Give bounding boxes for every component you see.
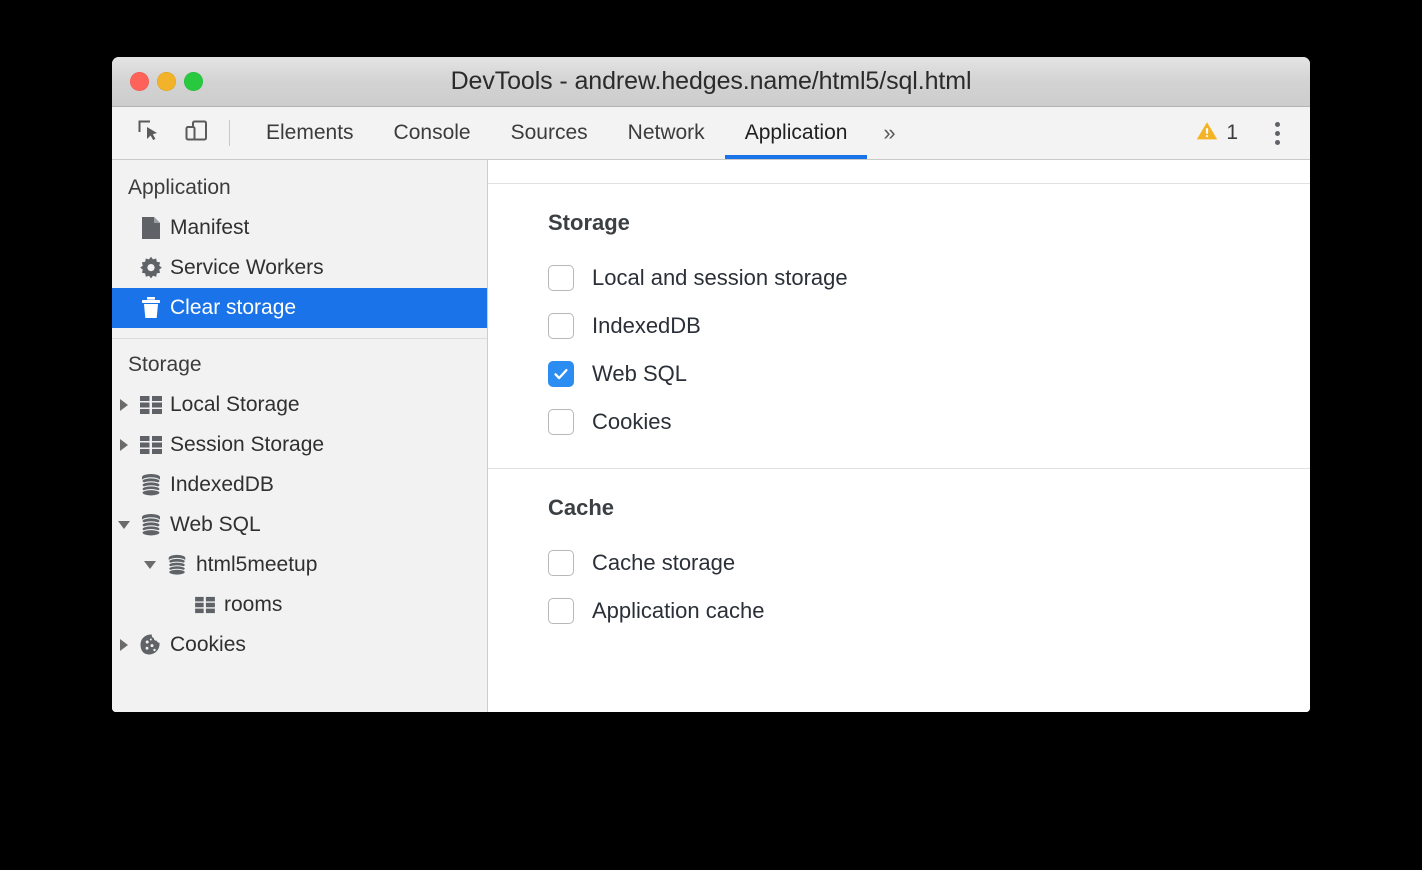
toolbar-right-group: 1 — [1195, 107, 1310, 159]
sidebar-item-label: rooms — [220, 593, 282, 617]
sidebar-item-label: Session Storage — [166, 433, 324, 457]
sidebar-item-label: html5meetup — [192, 553, 317, 577]
minimize-window-button[interactable] — [157, 72, 176, 91]
checkbox-label: Local and session storage — [574, 265, 848, 291]
title-bar: DevTools - andrew.hedges.name/html5/sql.… — [112, 57, 1310, 107]
devtools-window: DevTools - andrew.hedges.name/html5/sql.… — [112, 57, 1310, 712]
checkbox-unchecked-icon[interactable] — [548, 265, 574, 291]
tab-network[interactable]: Network — [608, 107, 725, 159]
sidebar-item-label: Web SQL — [166, 513, 261, 537]
sidebar-item-label: Local Storage — [166, 393, 300, 417]
inspect-element-icon — [137, 118, 163, 149]
checkbox-row-web-sql[interactable]: Web SQL — [548, 350, 1310, 398]
sidebar-section-title-application: Application — [112, 170, 487, 208]
document-icon — [136, 216, 166, 240]
clear-storage-panel: Storage Local and session storage Indexe… — [488, 160, 1310, 712]
section-title: Cache — [548, 495, 1310, 521]
checkbox-label: Web SQL — [574, 361, 687, 387]
warning-triangle-icon — [1195, 119, 1219, 148]
chevron-right-icon[interactable] — [112, 398, 136, 412]
gear-icon — [136, 256, 166, 280]
checkbox-unchecked-icon[interactable] — [548, 409, 574, 435]
sidebar-item-indexeddb[interactable]: IndexedDB — [112, 465, 487, 505]
traffic-lights — [130, 72, 203, 91]
tab-console[interactable]: Console — [374, 107, 491, 159]
sidebar-item-local-storage[interactable]: Local Storage — [112, 385, 487, 425]
sidebar-item-cookies[interactable]: Cookies — [112, 625, 487, 665]
database-icon — [136, 473, 166, 497]
cookie-icon — [136, 633, 166, 657]
checkbox-label: Cookies — [574, 409, 671, 435]
tab-elements[interactable]: Elements — [246, 107, 374, 159]
checkbox-label: IndexedDB — [574, 313, 701, 339]
sidebar-item-label: Manifest — [166, 216, 249, 240]
kebab-dot — [1275, 140, 1280, 145]
tab-label: Elements — [266, 121, 354, 145]
kebab-dot — [1275, 131, 1280, 136]
main-split: Application Manifest — [112, 160, 1310, 712]
devtools-toolbar: Elements Console Sources Network Applica… — [112, 107, 1310, 160]
kebab-dot — [1275, 122, 1280, 127]
sidebar-item-session-storage[interactable]: Session Storage — [112, 425, 487, 465]
window-title: DevTools - andrew.hedges.name/html5/sql.… — [112, 67, 1310, 96]
table-icon — [136, 395, 166, 415]
checkbox-row-cookies[interactable]: Cookies — [548, 398, 1310, 446]
table-icon — [136, 435, 166, 455]
checkbox-row-cache-storage[interactable]: Cache storage — [548, 539, 1310, 587]
chevron-right-icon[interactable] — [112, 438, 136, 452]
maximize-window-button[interactable] — [184, 72, 203, 91]
tab-label: Console — [394, 121, 471, 145]
tab-sources[interactable]: Sources — [491, 107, 608, 159]
warning-indicator[interactable]: 1 — [1195, 119, 1238, 148]
checkbox-unchecked-icon[interactable] — [548, 313, 574, 339]
kebab-menu-icon[interactable] — [1259, 122, 1296, 145]
storage-section: Storage Local and session storage Indexe… — [488, 184, 1310, 468]
section-title: Storage — [548, 210, 1310, 236]
database-icon — [136, 513, 166, 537]
tab-label: Application — [745, 121, 848, 145]
trash-icon — [136, 296, 166, 320]
tab-label: Sources — [511, 121, 588, 145]
checkbox-unchecked-icon[interactable] — [548, 550, 574, 576]
panel-header-strip — [488, 160, 1310, 184]
checkbox-row-application-cache[interactable]: Application cache — [548, 587, 1310, 635]
database-icon — [162, 554, 192, 576]
sidebar-item-manifest[interactable]: Manifest — [112, 208, 487, 248]
more-tabs-button[interactable]: » — [867, 107, 911, 159]
tab-label: Network — [628, 121, 705, 145]
chevron-double-right-icon: » — [883, 120, 895, 146]
sidebar-item-service-workers[interactable]: Service Workers — [112, 248, 487, 288]
device-toolbar-icon — [183, 118, 209, 149]
sidebar-item-web-sql[interactable]: Web SQL — [112, 505, 487, 545]
panel-tabs: Elements Console Sources Network Applica… — [246, 107, 912, 159]
cache-section: Cache Cache storage Application cache — [488, 468, 1310, 657]
checkbox-label: Application cache — [574, 598, 764, 624]
sidebar-item-label: Cookies — [166, 633, 246, 657]
inspect-element-button[interactable] — [127, 107, 173, 159]
sidebar-item-label: Service Workers — [166, 256, 324, 280]
sidebar-item-label: Clear storage — [166, 296, 296, 320]
checkbox-row-indexeddb[interactable]: IndexedDB — [548, 302, 1310, 350]
sidebar-item-html5meetup[interactable]: html5meetup — [112, 545, 487, 585]
tab-application[interactable]: Application — [725, 107, 868, 159]
chevron-down-icon[interactable] — [138, 559, 162, 571]
chevron-right-icon[interactable] — [112, 638, 136, 652]
chevron-down-icon[interactable] — [112, 519, 136, 531]
warning-count: 1 — [1226, 121, 1238, 145]
checkbox-unchecked-icon[interactable] — [548, 598, 574, 624]
checkbox-checked-icon[interactable] — [548, 361, 574, 387]
checkbox-row-local-and-session-storage[interactable]: Local and session storage — [548, 254, 1310, 302]
application-sidebar: Application Manifest — [112, 160, 488, 712]
sidebar-item-rooms[interactable]: rooms — [112, 585, 487, 625]
checkbox-label: Cache storage — [574, 550, 735, 576]
sidebar-item-clear-storage[interactable]: Clear storage — [112, 288, 487, 328]
toolbar-divider — [229, 120, 230, 146]
sidebar-section-title-storage: Storage — [112, 339, 487, 385]
close-window-button[interactable] — [130, 72, 149, 91]
sidebar-item-label: IndexedDB — [166, 473, 274, 497]
table-icon — [190, 596, 220, 614]
device-toolbar-button[interactable] — [173, 107, 219, 159]
